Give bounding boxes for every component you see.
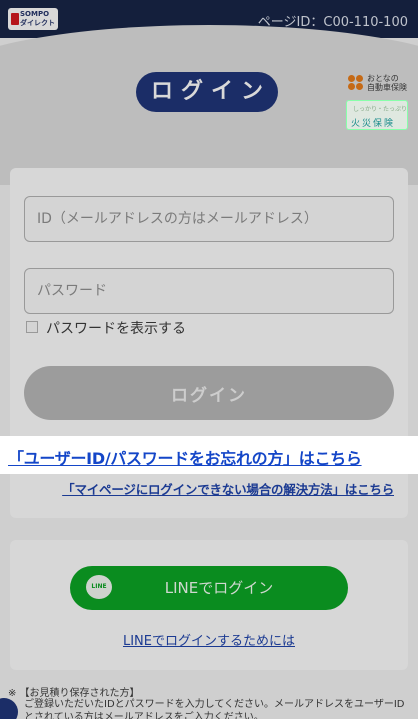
note-heading: ※ 【お見積り保存された方】 bbox=[8, 688, 140, 699]
password-input[interactable] bbox=[24, 268, 394, 314]
note-body: ご登録いただいたIDとパスワードを入力してください。メールアドレスをユーザーID… bbox=[24, 699, 405, 719]
otona-line1: おとなの bbox=[367, 74, 399, 83]
fire-insurance-label: 火災保険 bbox=[351, 119, 396, 129]
line-help-link[interactable]: LINEでログインするためには bbox=[0, 630, 418, 649]
login-page: SOMPO ダイレクト ページID：C00-110-100 ログイン おとなの … bbox=[0, 0, 418, 719]
line-login-button[interactable]: LINE LINEでログイン bbox=[70, 566, 348, 610]
id-input[interactable] bbox=[24, 196, 394, 242]
logo-line1: SOMPO bbox=[20, 10, 50, 18]
chat-support-icon[interactable] bbox=[0, 698, 18, 719]
show-password-checkbox[interactable] bbox=[26, 321, 38, 333]
page-title: ログイン bbox=[136, 72, 278, 112]
sompo-logo[interactable]: SOMPO ダイレクト bbox=[8, 8, 58, 30]
logo-line2: ダイレクト bbox=[20, 19, 55, 27]
otona-auto-insurance-banner[interactable]: おとなの 自動車保険 bbox=[348, 72, 410, 94]
fire-insurance-banner[interactable]: しっかり・たっぷり 火災保険 bbox=[346, 100, 408, 130]
show-password-label: パスワードを表示する bbox=[46, 321, 186, 337]
otona-logo-icon bbox=[348, 75, 364, 91]
fire-small-text: しっかり・たっぷり bbox=[353, 106, 408, 113]
login-button[interactable]: ログイン bbox=[24, 366, 394, 420]
forgot-credentials-link[interactable]: 「ユーザーID/パスワードをお忘れの方」はこちら bbox=[8, 445, 410, 469]
login-trouble-link[interactable]: 「マイページにログインできない場合の解決方法」はこちら bbox=[26, 479, 394, 498]
sompo-logo-mark-icon bbox=[11, 13, 19, 25]
otona-line2: 自動車保険 bbox=[367, 83, 407, 92]
line-login-label: LINEでログイン bbox=[164, 579, 274, 597]
